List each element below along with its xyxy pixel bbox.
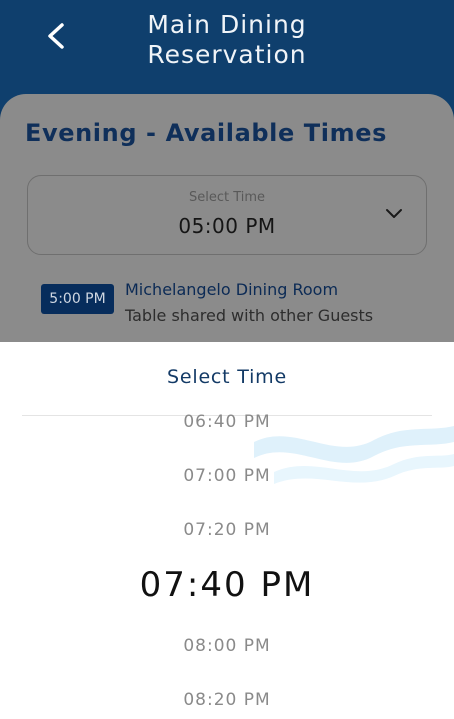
picker-option[interactable]: 07:20 PM bbox=[0, 520, 454, 540]
picker-option[interactable]: 07:00 PM bbox=[0, 466, 454, 486]
time-select[interactable]: Select Time 05:00 PM bbox=[27, 175, 427, 255]
picker-option-selected[interactable]: 07:40 PM bbox=[0, 565, 454, 605]
time-slot-badge[interactable]: 5:00 PM bbox=[41, 284, 114, 314]
picker-option[interactable]: 06:40 PM bbox=[0, 412, 454, 432]
time-picker-sheet: Select Time 06:40 PM 07:00 PM 07:20 PM 0… bbox=[0, 342, 454, 719]
picker-option[interactable]: 08:00 PM bbox=[0, 636, 454, 656]
reservation-card: Evening - Available Times Select Time 05… bbox=[0, 94, 454, 344]
picker-title: Select Time bbox=[167, 366, 287, 388]
time-select-label: Select Time bbox=[188, 190, 266, 205]
section-title: Evening - Available Times bbox=[25, 119, 387, 147]
dining-room-name: Michelangelo Dining Room bbox=[125, 280, 339, 299]
page-title-line2: Reservation bbox=[147, 40, 307, 69]
page-title: Main Dining Reservation bbox=[0, 10, 454, 70]
time-select-value: 05:00 PM bbox=[178, 214, 276, 238]
table-note: Table shared with other Guests bbox=[125, 306, 374, 325]
picker-option[interactable]: 08:20 PM bbox=[0, 690, 454, 710]
chevron-down-icon bbox=[386, 209, 402, 218]
page-title-line1: Main Dining bbox=[147, 10, 307, 39]
